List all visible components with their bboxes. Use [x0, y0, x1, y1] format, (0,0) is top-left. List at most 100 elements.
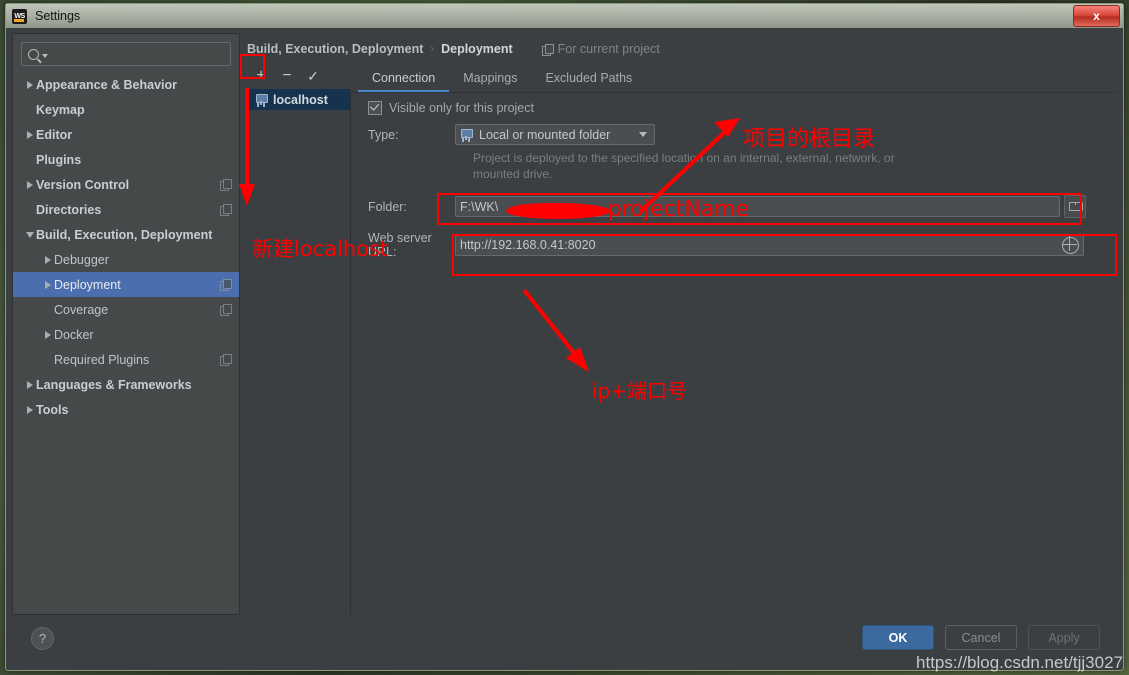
project-scope-icon: [220, 179, 232, 191]
sidebar-item-label: Directories: [36, 202, 102, 217]
close-icon[interactable]: x: [1073, 5, 1120, 27]
sidebar-item-deployment[interactable]: Deployment: [13, 272, 239, 297]
webstorm-logo-icon: WS: [12, 8, 27, 24]
sidebar-item-label: Version Control: [36, 177, 130, 192]
set-default-server-button[interactable]: ✓: [301, 65, 325, 87]
breadcrumb: Build, Execution, Deployment › Deploymen…: [247, 39, 660, 59]
sidebar-item-label: Deployment: [54, 277, 121, 292]
type-row: Type: Local or mounted folder: [350, 124, 1117, 145]
sidebar-item-label: Appearance & Behavior: [36, 77, 178, 92]
sidebar-item-coverage[interactable]: Coverage: [13, 297, 239, 322]
add-server-button[interactable]: +: [249, 65, 273, 87]
window-title: Settings: [35, 9, 81, 23]
sidebar-item-languages-frameworks[interactable]: Languages & Frameworks: [13, 372, 239, 397]
folder-value: F:\WK\: [460, 199, 499, 214]
help-button[interactable]: ?: [31, 627, 54, 650]
sidebar-item-label: Docker: [54, 327, 94, 342]
settings-window: WS Settings x Appearance & Behavior Keyma…: [5, 3, 1124, 671]
chevron-right-icon[interactable]: [23, 80, 36, 89]
breadcrumb-parent[interactable]: Build, Execution, Deployment: [247, 42, 423, 56]
sidebar-item-label: Keymap: [36, 102, 85, 117]
sidebar-item-label: Coverage: [54, 302, 109, 317]
scope-indicator: For current project: [541, 42, 660, 56]
sidebar-item-plugins[interactable]: Plugins: [13, 147, 239, 172]
connection-form: Visible only for this project Type: Loca…: [350, 97, 1117, 615]
breadcrumb-current: Deployment: [441, 42, 513, 56]
sidebar-item-label: Debugger: [54, 252, 109, 267]
search-icon: [28, 48, 39, 60]
tab-label: Connection: [372, 71, 436, 85]
folder-icon: [1069, 202, 1083, 211]
folder-input[interactable]: F:\WK\: [455, 196, 1060, 217]
mounted-folder-icon: [460, 129, 473, 140]
search-input[interactable]: [21, 42, 231, 66]
url-value: http://192.168.0.41:8020: [460, 238, 596, 252]
server-icon: [255, 94, 268, 105]
settings-tree: Appearance & Behavior Keymap Editor Plugins…: [13, 72, 239, 422]
screen: WS Settings x Appearance & Behavior Keyma…: [0, 0, 1129, 675]
browse-folder-button[interactable]: [1064, 195, 1086, 218]
sidebar-item-label: Required Plugins: [54, 352, 150, 367]
sidebar-item-label: Editor: [36, 127, 73, 142]
type-select[interactable]: Local or mounted folder: [455, 124, 655, 145]
sidebar-item-keymap[interactable]: Keymap: [13, 97, 239, 122]
project-scope-icon: [220, 204, 232, 216]
sidebar-item-directories[interactable]: Directories: [13, 197, 239, 222]
server-list: localhost: [245, 89, 351, 615]
tab-excluded-paths[interactable]: Excluded Paths: [531, 63, 646, 90]
server-list-item[interactable]: localhost: [245, 89, 350, 110]
type-hint: Project is deployed to the specified loc…: [473, 151, 895, 181]
window-body: Appearance & Behavior Keymap Editor Plugins…: [7, 28, 1122, 669]
remove-server-button[interactable]: −: [275, 65, 299, 87]
url-label: Web server URL:: [368, 231, 432, 259]
cancel-button[interactable]: Cancel: [945, 625, 1017, 650]
chevron-down-icon[interactable]: [23, 231, 36, 238]
chevron-down-icon: [42, 54, 48, 58]
url-input[interactable]: http://192.168.0.41:8020: [455, 234, 1084, 256]
sidebar-item-build-execution-deployment[interactable]: Build, Execution, Deployment: [13, 222, 239, 247]
chevron-right-icon[interactable]: [23, 180, 36, 189]
window-titlebar: WS Settings x: [6, 4, 1123, 28]
project-scope-icon: [541, 43, 554, 56]
sidebar-item-tools[interactable]: Tools: [13, 397, 239, 422]
sidebar-item-required-plugins[interactable]: Required Plugins: [13, 347, 239, 372]
tab-label: Excluded Paths: [545, 71, 633, 85]
scope-label: For current project: [557, 42, 660, 56]
sidebar-item-debugger[interactable]: Debugger: [13, 247, 239, 272]
project-scope-icon: [220, 354, 232, 366]
connection-panel: Connection Mappings Excluded Paths Visible…: [350, 63, 1117, 615]
open-in-browser-icon[interactable]: [1061, 236, 1079, 254]
chevron-right-icon[interactable]: [23, 130, 36, 139]
visible-only-checkbox[interactable]: Visible only for this project: [368, 101, 1117, 115]
settings-sidebar: Appearance & Behavior Keymap Editor Plugins…: [12, 33, 240, 615]
sidebar-item-version-control[interactable]: Version Control: [13, 172, 239, 197]
type-label: Type:: [368, 127, 399, 142]
dialog-footer: ? OK Cancel Apply: [7, 617, 1122, 669]
sidebar-item-editor[interactable]: Editor: [13, 122, 239, 147]
project-scope-icon: [220, 279, 232, 291]
chevron-right-icon[interactable]: [23, 405, 36, 414]
tab-mappings[interactable]: Mappings: [449, 63, 531, 90]
folder-label: Folder:: [368, 199, 407, 214]
url-row: Web server URL: http://192.168.0.41:8020: [350, 231, 1117, 259]
sidebar-item-docker[interactable]: Docker: [13, 322, 239, 347]
chevron-right-icon[interactable]: [41, 255, 54, 264]
visible-only-label: Visible only for this project: [389, 101, 534, 115]
checkbox-icon: [368, 101, 382, 115]
apply-button: Apply: [1028, 625, 1100, 650]
ok-button[interactable]: OK: [862, 625, 934, 650]
sidebar-item-label: Build, Execution, Deployment: [36, 227, 213, 242]
breadcrumb-separator-icon: ›: [430, 43, 435, 55]
tab-connection[interactable]: Connection: [358, 63, 450, 92]
server-toolbar: + − ✓: [245, 63, 354, 89]
chevron-right-icon[interactable]: [41, 280, 54, 289]
sidebar-item-appearance-behavior[interactable]: Appearance & Behavior: [13, 72, 239, 97]
sidebar-item-label: Tools: [36, 402, 69, 417]
sidebar-item-label: Plugins: [36, 152, 82, 167]
chevron-right-icon[interactable]: [23, 380, 36, 389]
chevron-down-icon: [639, 132, 647, 137]
type-value: Local or mounted folder: [479, 127, 611, 142]
sidebar-item-label: Languages & Frameworks: [36, 377, 192, 392]
chevron-right-icon[interactable]: [41, 330, 54, 339]
project-scope-icon: [220, 304, 232, 316]
